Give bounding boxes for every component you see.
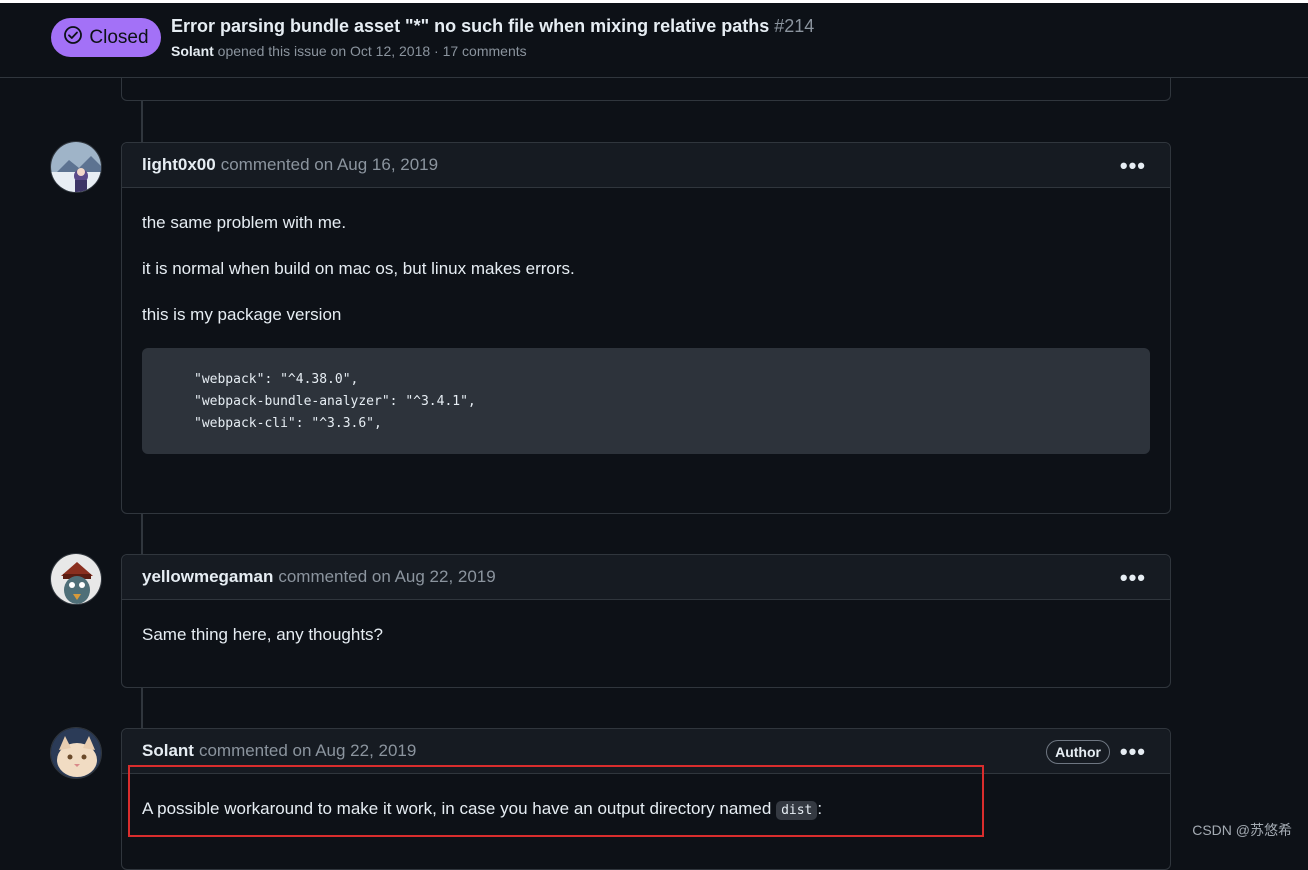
- issue-title-text: Error parsing bundle asset "*" no such f…: [171, 16, 770, 36]
- comment-card: Solant commented on Aug 22, 2019 Author …: [121, 728, 1171, 870]
- comment-paragraph: it is normal when build on mac os, but l…: [142, 259, 575, 278]
- code-block: "webpack": "^4.38.0", "webpack-bundle-an…: [142, 348, 1150, 454]
- comment-author[interactable]: light0x00: [142, 155, 216, 175]
- comment-timestamp[interactable]: commented on Aug 16, 2019: [221, 155, 438, 175]
- inline-code: dist: [776, 801, 818, 820]
- comment-author[interactable]: Solant: [142, 741, 194, 761]
- issue-author-link[interactable]: Solant: [171, 43, 214, 59]
- comment-author[interactable]: yellowmegaman: [142, 567, 273, 587]
- comment-paragraph: this is my package version: [142, 305, 342, 324]
- avatar-solant[interactable]: [50, 727, 102, 779]
- comment-timestamp[interactable]: commented on Aug 22, 2019: [278, 567, 495, 587]
- issue-number: #214: [774, 16, 815, 36]
- sticky-issue-header: Closed Error parsing bundle asset "*" no…: [0, 3, 1308, 78]
- check-circle-icon: [63, 25, 83, 51]
- kebab-horizontal-icon[interactable]: •••: [1120, 565, 1146, 591]
- watermark: CSDN @苏悠希: [1192, 822, 1292, 838]
- author-badge: Author: [1046, 740, 1110, 764]
- timeline-line: [141, 687, 143, 729]
- avatar-light0x00[interactable]: [50, 141, 102, 193]
- comment-header: yellowmegaman commented on Aug 22, 2019 …: [122, 555, 1170, 600]
- timeline-line: [141, 513, 143, 555]
- comment-card: light0x00 commented on Aug 16, 2019 ••• …: [121, 142, 1171, 514]
- issue-state-badge: Closed: [51, 18, 161, 57]
- issue-meta: Solant opened this issue on Oct 12, 2018…: [171, 43, 527, 59]
- issue-meta-text: opened this issue on Oct 12, 2018 · 17 c…: [217, 43, 527, 59]
- issue-title[interactable]: Error parsing bundle asset "*" no such f…: [171, 16, 814, 37]
- comment-paragraph-text: A possible workaround to make it work, i…: [142, 799, 772, 818]
- comment-header: Solant commented on Aug 22, 2019 Author …: [122, 729, 1170, 774]
- kebab-horizontal-icon[interactable]: •••: [1120, 153, 1146, 179]
- comment-paragraph: Same thing here, any thoughts?: [142, 625, 383, 644]
- timeline-line: [141, 100, 143, 142]
- comment-timestamp[interactable]: commented on Aug 22, 2019: [199, 741, 416, 761]
- kebab-horizontal-icon[interactable]: •••: [1120, 739, 1146, 765]
- comment-paragraph-suffix: :: [817, 799, 823, 818]
- avatar-yellowmegaman[interactable]: [50, 553, 102, 605]
- comment-paragraph: A possible workaround to make it work, i…: [142, 799, 823, 820]
- comment-paragraph: the same problem with me.: [142, 213, 347, 232]
- issue-state-label: Closed: [89, 26, 149, 48]
- comment-header: light0x00 commented on Aug 16, 2019 •••: [122, 143, 1170, 188]
- comment-card: yellowmegaman commented on Aug 22, 2019 …: [121, 554, 1171, 688]
